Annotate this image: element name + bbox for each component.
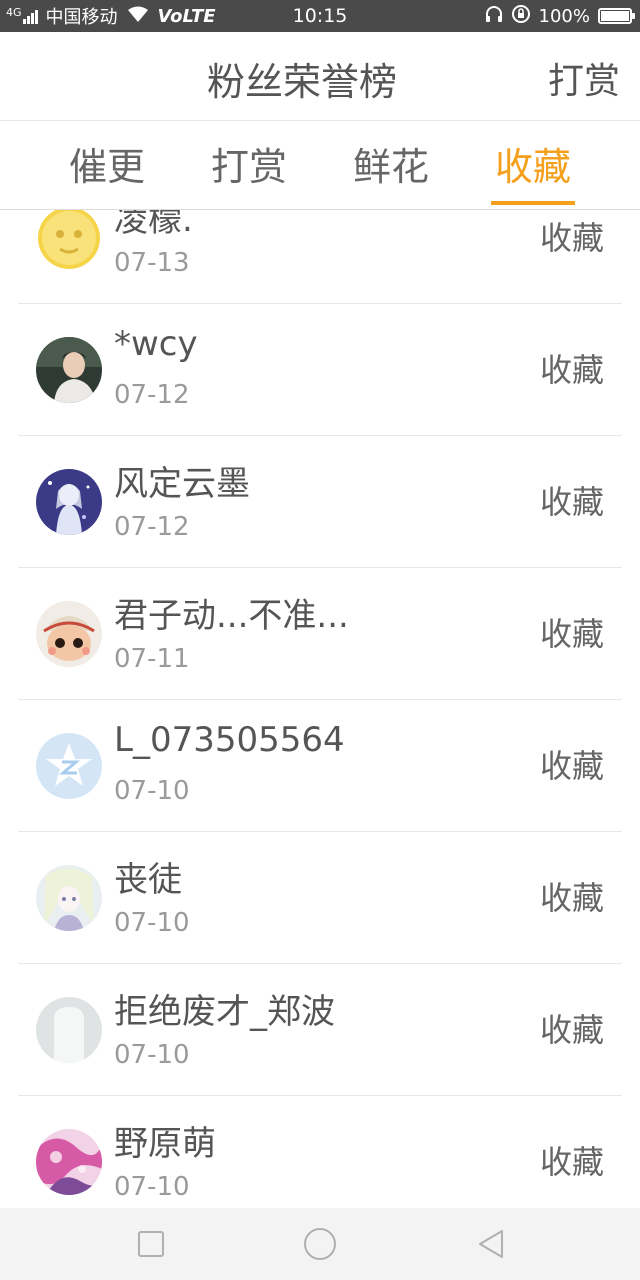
user-name: 凌檬. <box>114 210 193 240</box>
user-avatar[interactable] <box>36 1129 102 1195</box>
status-right: 100% <box>485 0 635 32</box>
user-avatar[interactable] <box>36 733 102 799</box>
reward-button[interactable]: 打赏 <box>548 32 620 120</box>
item-date: 07-10 <box>114 1172 190 1202</box>
tab-label: 催更 <box>68 145 145 189</box>
item-action: 收藏 <box>539 351 604 389</box>
page-title: 粉丝荣誉榜 <box>206 60 397 104</box>
list-item[interactable]: L_073505564 07-10 收藏 <box>0 700 640 832</box>
tab-indicator <box>491 201 575 205</box>
tab-label: 鲜花 <box>352 145 429 189</box>
fan-list-content: 凌檬. 07-13 收藏 *wcy 07-12 收藏 风定云墨 07-12 收藏 <box>0 210 640 1208</box>
item-date: 07-13 <box>114 248 190 278</box>
battery-percent: 100% <box>538 5 590 27</box>
tab-label: 打赏 <box>210 145 287 189</box>
tab-favorites[interactable]: 收藏 <box>473 121 593 209</box>
user-avatar[interactable] <box>36 469 102 535</box>
back-icon[interactable] <box>446 1208 536 1280</box>
item-action: 收藏 <box>539 1143 604 1181</box>
tab-reward[interactable]: 打赏 <box>189 121 309 209</box>
page-header: 粉丝荣誉榜 打赏 <box>0 32 640 121</box>
headphones-icon <box>485 5 503 28</box>
item-action: 收藏 <box>539 219 604 257</box>
item-action: 收藏 <box>539 615 604 653</box>
status-bar: 4G 中国移动 VoLTE 10:15 100% <box>0 0 640 32</box>
list-item[interactable]: 野原萌 07-10 收藏 <box>0 1096 640 1208</box>
item-action: 收藏 <box>539 1011 604 1049</box>
user-avatar[interactable] <box>36 337 102 403</box>
list-item[interactable]: *wcy 07-12 收藏 <box>0 304 640 436</box>
user-name: L_073505564 <box>114 720 345 760</box>
item-date: 07-10 <box>114 1040 190 1070</box>
rotation-lock-icon <box>511 4 531 29</box>
item-action: 收藏 <box>539 879 604 917</box>
tab-bar: 催更 打赏 鲜花 收藏 <box>0 121 640 210</box>
user-name: 风定云墨 <box>114 464 250 504</box>
item-date: 07-12 <box>114 380 190 410</box>
user-avatar[interactable] <box>36 601 102 667</box>
list-item[interactable]: 风定云墨 07-12 收藏 <box>0 436 640 568</box>
item-action: 收藏 <box>539 747 604 785</box>
home-icon[interactable] <box>275 1208 365 1280</box>
item-date: 07-11 <box>114 644 190 674</box>
user-name: 拒绝废才_郑波 <box>114 992 335 1032</box>
tab-label: 收藏 <box>494 145 571 189</box>
user-name: 君子动...不准... <box>114 596 349 636</box>
item-action: 收藏 <box>539 483 604 521</box>
list-item[interactable]: 拒绝废才_郑波 07-10 收藏 <box>0 964 640 1096</box>
item-date: 07-10 <box>114 776 190 806</box>
tab-urge[interactable]: 催更 <box>47 121 167 209</box>
list-item[interactable]: 丧徒 07-10 收藏 <box>0 832 640 964</box>
user-avatar[interactable] <box>36 865 102 931</box>
user-name: *wcy <box>114 324 198 364</box>
list-item[interactable]: 凌檬. 07-13 收藏 <box>0 210 640 304</box>
list-item[interactable]: 君子动...不准... 07-11 收藏 <box>0 568 640 700</box>
user-avatar[interactable] <box>36 210 102 271</box>
system-navbar <box>0 1208 640 1280</box>
battery-icon <box>598 8 635 24</box>
item-date: 07-10 <box>114 908 190 938</box>
tab-flowers[interactable]: 鲜花 <box>331 121 451 209</box>
recent-apps-icon[interactable] <box>106 1208 196 1280</box>
user-name: 野原萌 <box>114 1124 216 1164</box>
item-date: 07-12 <box>114 512 190 542</box>
user-avatar[interactable] <box>36 997 102 1063</box>
fan-list[interactable]: 凌檬. 07-13 收藏 *wcy 07-12 收藏 风定云墨 07-12 收藏 <box>0 210 640 1208</box>
user-name: 丧徒 <box>114 860 182 900</box>
